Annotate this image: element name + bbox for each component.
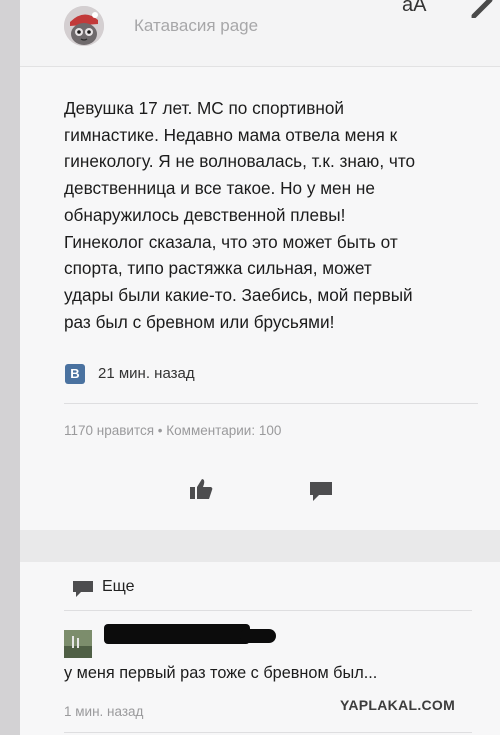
comment-text: у меня первый раз тоже с бревном был... [64, 664, 378, 682]
post-line: раз был с бревном или брусьями! [64, 311, 335, 332]
watermark: YAPLAKAL.COM [340, 697, 456, 713]
thumbs-up-icon[interactable] [188, 477, 214, 501]
more-comments-label: Еще [102, 578, 135, 595]
post-header: Катавасия page аА [20, 0, 500, 67]
post-body: Девушка 17 лет. МС по спортивной гимнаст… [64, 95, 484, 335]
vk-source-icon[interactable]: В [65, 364, 85, 384]
pencil-icon[interactable] [468, 0, 496, 19]
comment-time: 1 мин. назад [64, 704, 144, 719]
post-line: девственница и все такое. Но у мен не [64, 178, 375, 199]
post-line: спорта, типо растяжка сильная, может [64, 258, 372, 279]
redacted-commenter-name [240, 629, 276, 643]
post-line: гимнастике. Недавно мама отвела меня к [64, 124, 398, 145]
commenter-avatar[interactable] [64, 630, 92, 658]
redacted-commenter-name [104, 624, 250, 644]
divider [64, 403, 478, 404]
post-line: гинекологу. Я не волновалась, т.к. знаю,… [64, 151, 416, 172]
post-card: Девушка 17 лет. МС по спортивной гимнаст… [20, 67, 500, 530]
screen-edge [0, 0, 20, 735]
font-size-toggle[interactable]: аА [402, 0, 426, 17]
speech-bubble-icon [72, 580, 94, 598]
post-line: Гинеколог сказала, что это может быть от [64, 231, 398, 252]
divider [64, 610, 472, 611]
speech-bubble-icon[interactable] [308, 480, 334, 502]
page-name-link[interactable]: Катавасия page [134, 16, 258, 36]
post-time[interactable]: 21 мин. назад [98, 365, 195, 382]
post-line: удары были какие-то. Заебись, мой первый [64, 284, 413, 305]
post-line: обнаружилось девственной плевы! [64, 204, 346, 225]
divider [64, 732, 472, 733]
post-line: Девушка 17 лет. МС по спортивной [64, 98, 345, 118]
post-stats[interactable]: 1170 нравится • Комментарии: 100 [64, 423, 281, 438]
cat-avatar-icon[interactable] [64, 6, 104, 46]
